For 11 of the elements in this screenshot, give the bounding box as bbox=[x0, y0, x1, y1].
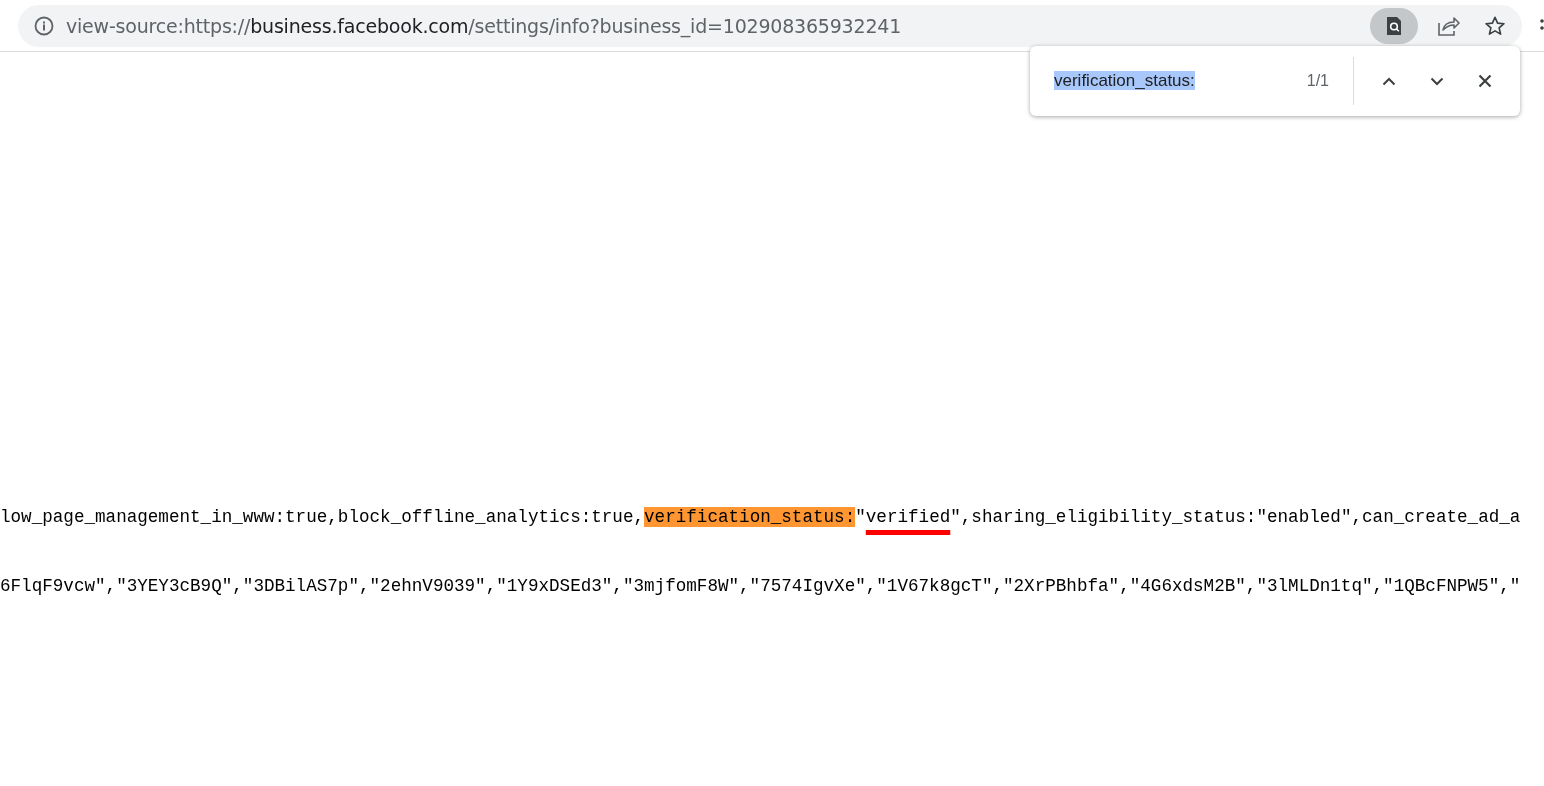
source-code-line: 6FlqF9vcw","3YEY3cB9Q","3DBilAS7p","2ehnV9039","1Y9xDSEd3","3mjfomF8W","7574IgvXe","1V67k8gcT","2XrPBhbfa","4G6xdsM2B","3lMLDn1tq","1QBcFNPW5"," bbox=[0, 575, 1521, 598]
info-icon[interactable] bbox=[34, 15, 54, 36]
star-icon[interactable] bbox=[1484, 14, 1506, 37]
chevron-down-icon[interactable] bbox=[1430, 76, 1444, 86]
find-in-page-icon[interactable] bbox=[1370, 7, 1418, 44]
close-icon[interactable] bbox=[1478, 74, 1492, 88]
match-count: 1/1 bbox=[1306, 72, 1329, 90]
share-icon[interactable] bbox=[1436, 14, 1460, 37]
chevron-up-icon[interactable] bbox=[1382, 76, 1396, 86]
address-bar[interactable]: view-source:https://business.facebook.com/settings/info?business_id=102908365932241 bbox=[18, 4, 1522, 47]
url-text: view-source:https://business.facebook.com/settings/info?business_id=102908365932241 bbox=[66, 14, 902, 37]
